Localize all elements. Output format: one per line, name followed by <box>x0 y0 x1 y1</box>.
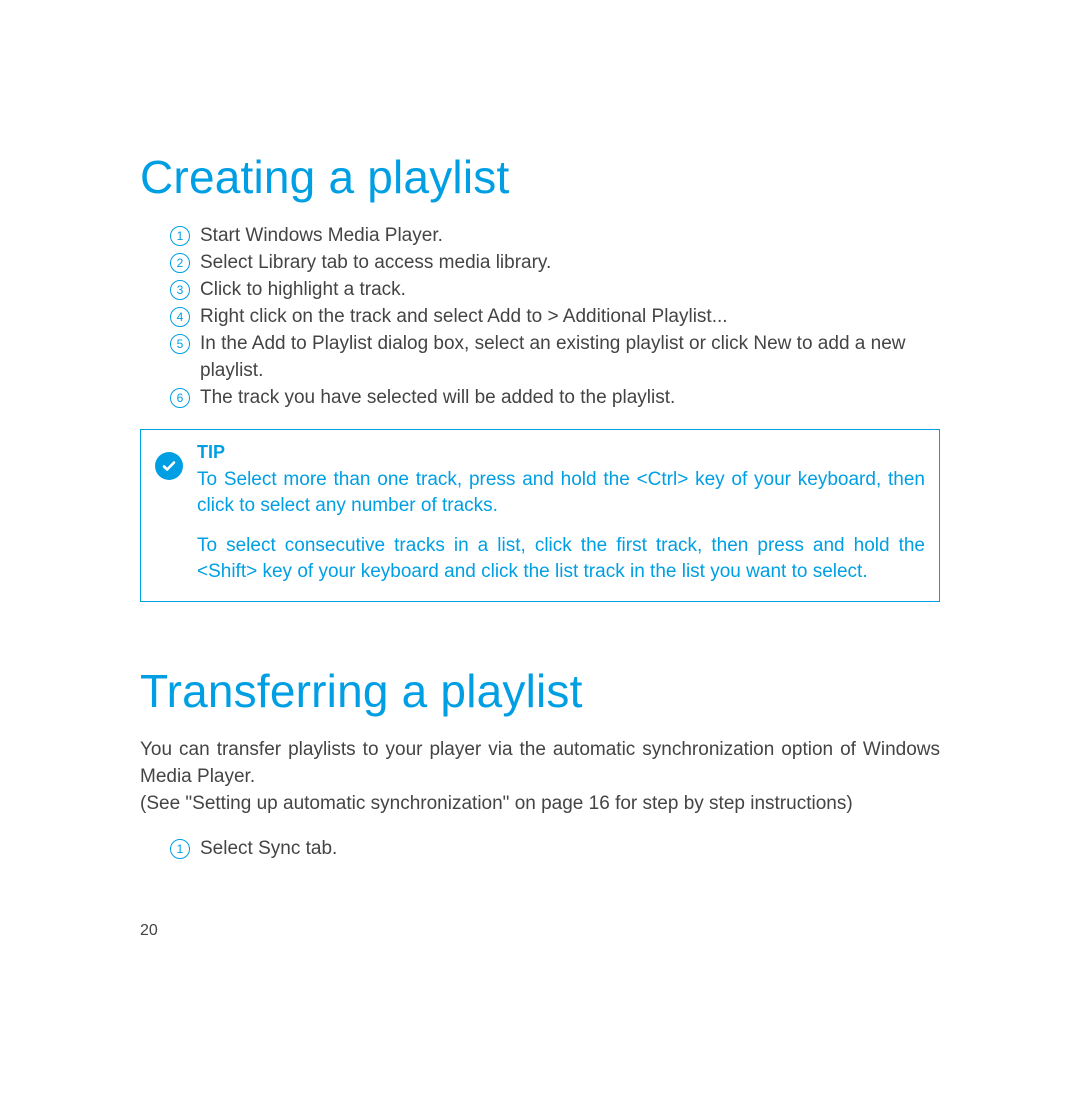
step-number-icon: 1 <box>170 839 190 859</box>
checkmark-icon <box>155 452 183 480</box>
steps-list-transferring: 1 Select Sync tab. <box>140 835 940 862</box>
tip-content: TIP To Select more than one track, press… <box>197 442 925 585</box>
intro-paragraph: You can transfer playlists to your playe… <box>140 736 940 817</box>
tip-text: To Select more than one track, press and… <box>197 467 925 585</box>
intro-line: (See "Setting up automatic synchronizati… <box>140 790 940 817</box>
step-item: 1 Select Sync tab. <box>170 835 940 862</box>
tip-callout: TIP To Select more than one track, press… <box>140 429 940 602</box>
step-text: Right click on the track and select Add … <box>200 306 728 327</box>
step-text: Select Library tab to access media libra… <box>200 252 551 273</box>
step-text: The track you have selected will be adde… <box>200 387 675 408</box>
step-item: 3 Click to highlight a track. <box>170 276 940 303</box>
step-number-icon: 6 <box>170 388 190 408</box>
step-text: In the Add to Playlist dialog box, selec… <box>200 333 906 381</box>
step-number-icon: 3 <box>170 280 190 300</box>
step-text: Select Sync tab. <box>200 838 337 859</box>
step-item: 4 Right click on the track and select Add… <box>170 303 940 330</box>
step-text: Click to highlight a track. <box>200 279 406 300</box>
step-number-icon: 2 <box>170 253 190 273</box>
intro-line: You can transfer playlists to your playe… <box>140 736 940 790</box>
step-item: 6 The track you have selected will be add… <box>170 384 940 411</box>
tip-paragraph: To Select more than one track, press and… <box>197 467 925 519</box>
page-number: 20 <box>140 922 158 940</box>
step-item: 2 Select Library tab to access media libr… <box>170 249 940 276</box>
step-item: 5 In the Add to Playlist dialog box, sele… <box>170 330 940 384</box>
step-number-icon: 4 <box>170 307 190 327</box>
step-text: Start Windows Media Player. <box>200 225 443 246</box>
step-number-icon: 5 <box>170 334 190 354</box>
tip-paragraph: To select consecutive tracks in a list, … <box>197 533 925 585</box>
tip-icon-wrap <box>155 452 183 480</box>
section-title-transferring: Transferring a playlist <box>140 664 940 718</box>
tip-label: TIP <box>197 442 925 463</box>
step-number-icon: 1 <box>170 226 190 246</box>
step-item: 1 Start Windows Media Player. <box>170 222 940 249</box>
manual-page: Creating a playlist 1 Start Windows Media… <box>0 0 1080 1100</box>
steps-list-creating: 1 Start Windows Media Player. 2 Select Lib… <box>140 222 940 411</box>
section-title-creating: Creating a playlist <box>140 150 940 204</box>
